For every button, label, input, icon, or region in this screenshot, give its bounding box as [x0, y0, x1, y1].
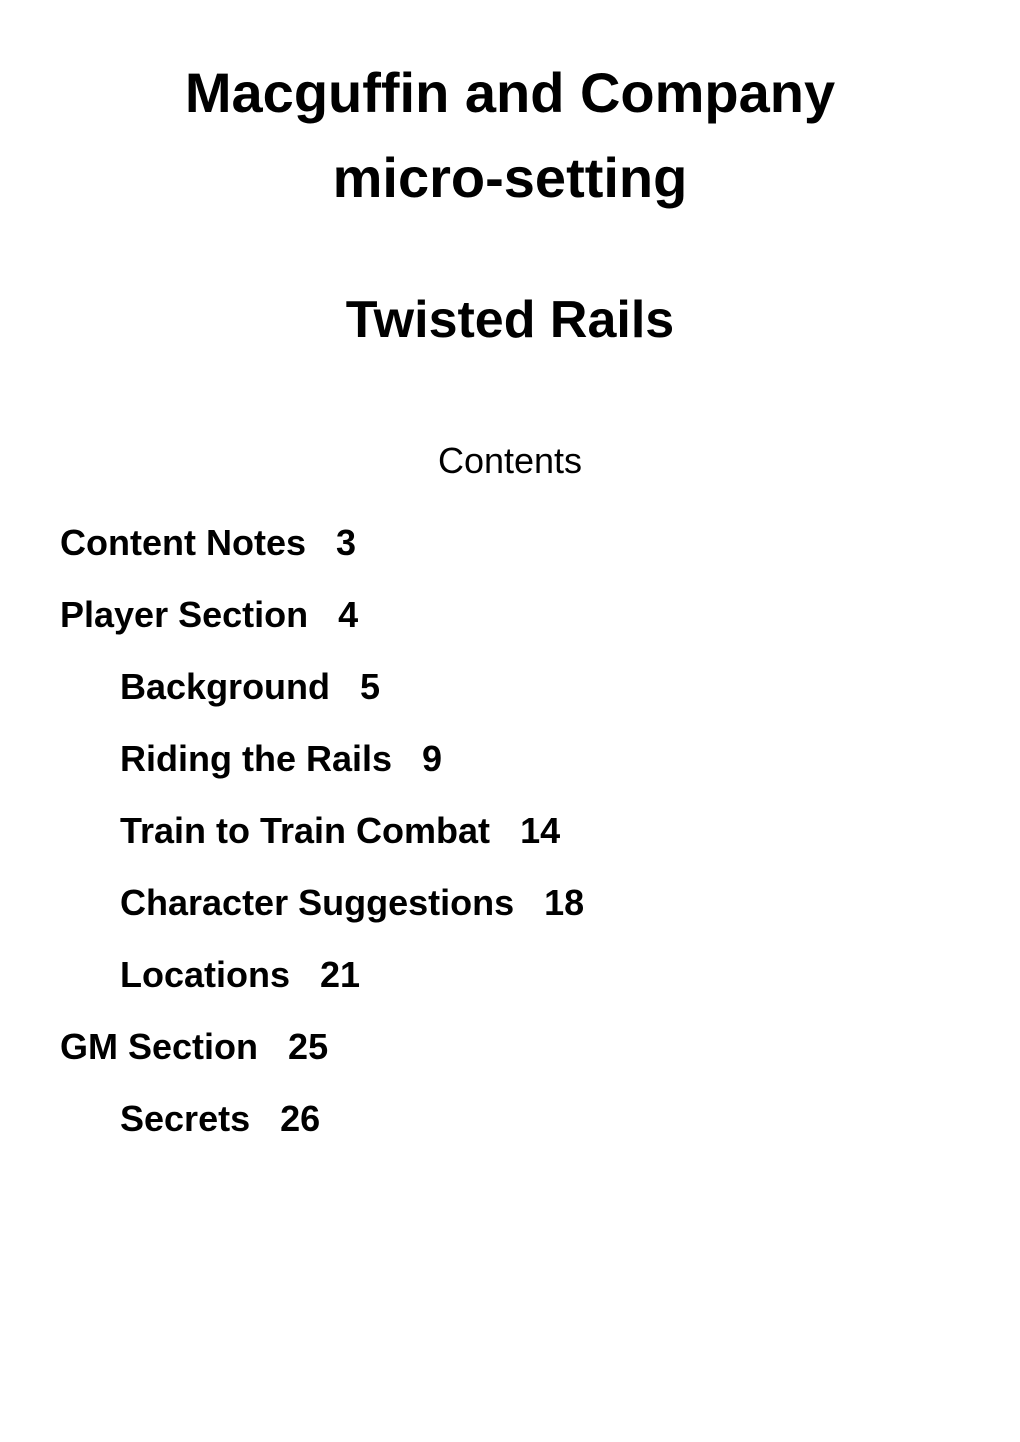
toc-entry-title: Character Suggestions: [120, 882, 514, 923]
toc-entry: GM Section 25: [60, 1026, 960, 1068]
toc-entry-page: 26: [280, 1098, 320, 1139]
toc-entry-page: 5: [360, 666, 380, 707]
toc-entry-page: 25: [288, 1026, 328, 1067]
document-title-line2: micro-setting: [60, 145, 960, 210]
toc-entry: Background 5: [60, 666, 960, 708]
toc-entry: Train to Train Combat 14: [60, 810, 960, 852]
toc-entry-title: Riding the Rails: [120, 738, 392, 779]
toc-entry-title: Secrets: [120, 1098, 250, 1139]
toc-entry: Content Notes 3: [60, 522, 960, 564]
document-subtitle: Twisted Rails: [60, 290, 960, 350]
toc-entry: Character Suggestions 18: [60, 882, 960, 924]
toc-entry-title: Player Section: [60, 594, 308, 635]
toc-entry-title: Train to Train Combat: [120, 810, 490, 851]
toc-entry-page: 3: [336, 522, 356, 563]
toc-entry-page: 18: [544, 882, 584, 923]
toc-entry: Riding the Rails 9: [60, 738, 960, 780]
toc-entry-page: 4: [338, 594, 358, 635]
toc-entry: Secrets 26: [60, 1098, 960, 1140]
toc-entry-title: Locations: [120, 954, 290, 995]
toc-entry-page: 21: [320, 954, 360, 995]
toc-entry-title: Content Notes: [60, 522, 306, 563]
toc-entry: Player Section 4: [60, 594, 960, 636]
toc-entry: Locations 21: [60, 954, 960, 996]
toc-entry-page: 9: [422, 738, 442, 779]
contents-heading: Contents: [60, 440, 960, 482]
toc-entry-page: 14: [520, 810, 560, 851]
toc-entry-title: Background: [120, 666, 330, 707]
document-title-line1: Macguffin and Company: [60, 60, 960, 125]
toc-entry-title: GM Section: [60, 1026, 258, 1067]
